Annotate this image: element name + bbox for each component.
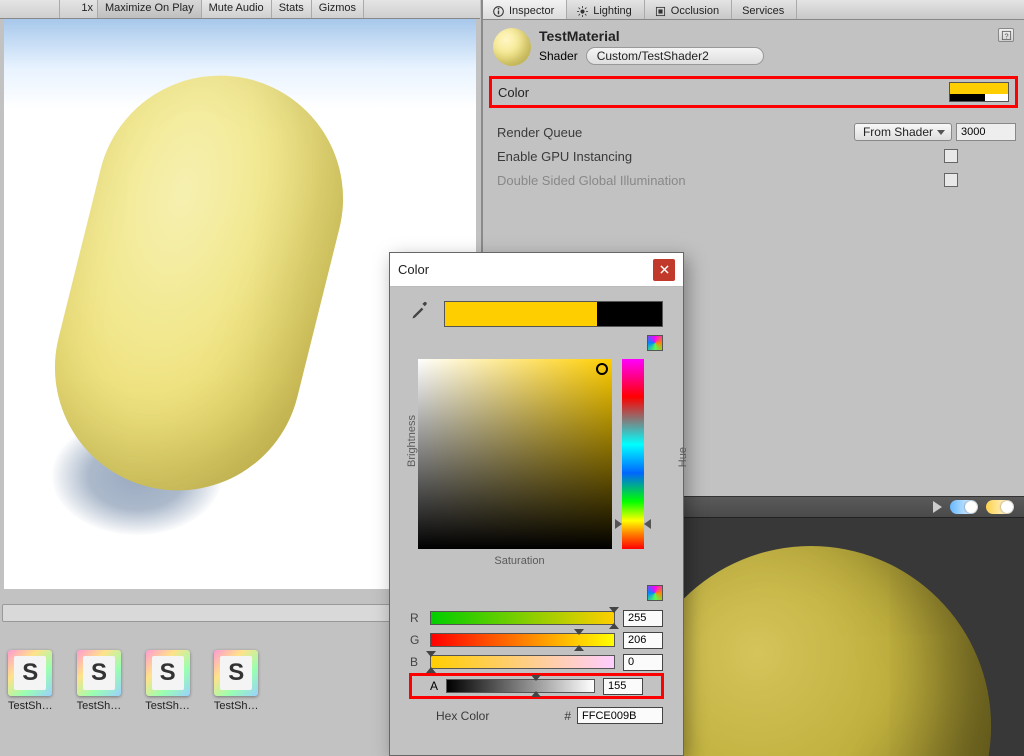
close-icon	[660, 265, 669, 274]
color-label: Color	[498, 85, 949, 100]
preview-toggle-1[interactable]	[950, 500, 978, 514]
zoom-label: 1x	[60, 0, 98, 18]
gpu-instancing-checkbox[interactable]	[944, 149, 958, 163]
saturation-brightness-field[interactable]	[418, 359, 612, 549]
material-header: TestMaterial Shader Custom/TestShader2 ?	[483, 20, 1024, 70]
b-input[interactable]	[623, 654, 663, 671]
file-label: TestSh…	[214, 700, 259, 712]
preset-icon[interactable]	[647, 335, 663, 351]
r-label: R	[410, 611, 422, 625]
horizontal-scrollbar[interactable]	[2, 604, 392, 622]
render-queue-dropdown[interactable]: From Shader	[854, 123, 952, 141]
toolbar-spacer	[0, 0, 60, 18]
occlusion-icon	[655, 6, 666, 17]
preview-sphere	[631, 546, 991, 756]
alpha-row-highlight: A	[409, 673, 664, 699]
sun-icon	[577, 6, 588, 17]
g-label: G	[410, 633, 422, 647]
inspector-tabs: Inspector Lighting Occlusion Services	[483, 0, 1024, 20]
shader-file-icon: S	[214, 650, 258, 696]
file-item[interactable]: S TestSh…	[8, 650, 53, 712]
shader-file-icon: S	[146, 650, 190, 696]
mute-audio-button[interactable]: Mute Audio	[202, 0, 272, 18]
file-label: TestSh…	[8, 700, 53, 712]
file-label: TestSh…	[145, 700, 190, 712]
hue-label: Hue	[677, 447, 689, 467]
double-sided-checkbox[interactable]	[944, 173, 958, 187]
tab-services[interactable]: Services	[732, 0, 797, 19]
tab-occlusion[interactable]: Occlusion	[645, 0, 732, 19]
a-input[interactable]	[603, 678, 643, 695]
g-input[interactable]	[623, 632, 663, 649]
preview-toggle-2[interactable]	[986, 500, 1014, 514]
project-files: S TestSh… S TestSh… S TestSh… S TestSh…	[8, 650, 259, 712]
b-label: B	[410, 655, 422, 669]
r-input[interactable]	[623, 610, 663, 627]
file-item[interactable]: S TestSh…	[214, 650, 259, 712]
tab-label: Lighting	[593, 5, 632, 17]
hex-label: Hex Color	[436, 709, 489, 723]
hex-input[interactable]	[577, 707, 663, 724]
material-preview-icon	[493, 28, 531, 66]
gizmos-button[interactable]: Gizmos	[312, 0, 364, 18]
hue-marker	[644, 519, 651, 529]
shader-dropdown[interactable]: Custom/TestShader2	[586, 47, 764, 65]
preset-icon[interactable]	[647, 585, 663, 601]
tab-inspector[interactable]: Inspector	[483, 0, 567, 19]
picker-title-bar[interactable]: Color	[390, 253, 683, 287]
tab-label: Occlusion	[671, 5, 719, 17]
sv-cursor	[596, 363, 608, 375]
brightness-label: Brightness	[406, 415, 418, 467]
svg-text:?: ?	[1004, 31, 1008, 40]
help-icon[interactable]: ?	[998, 28, 1014, 42]
shader-label: Shader	[539, 49, 578, 63]
color-property-row: Color	[489, 76, 1018, 108]
close-button[interactable]	[653, 259, 675, 281]
a-label: A	[430, 679, 438, 693]
info-icon	[493, 6, 504, 17]
material-properties: Render Queue From Shader Enable GPU Inst…	[483, 108, 1024, 192]
color-picker-window: Color Saturation R G B	[389, 252, 684, 756]
material-name: TestMaterial	[539, 28, 764, 44]
render-queue-label: Render Queue	[497, 125, 854, 140]
scene-toolbar: 1x Maximize On Play Mute Audio Stats Giz…	[0, 0, 480, 19]
eyedropper-icon[interactable]	[410, 301, 430, 321]
hash-symbol: #	[564, 709, 571, 723]
tab-label: Services	[742, 5, 784, 17]
double-sided-label: Double Sided Global Illumination	[497, 173, 944, 188]
file-item[interactable]: S TestSh…	[145, 650, 190, 712]
current-color-swatch[interactable]	[444, 301, 663, 327]
file-label: TestSh…	[77, 700, 122, 712]
picker-title: Color	[398, 262, 429, 277]
r-slider[interactable]	[430, 611, 615, 625]
maximize-on-play-button[interactable]: Maximize On Play	[98, 0, 202, 18]
saturation-label: Saturation	[390, 555, 649, 567]
rgba-sliders: R G B A	[390, 605, 683, 699]
play-icon[interactable]	[933, 501, 942, 513]
b-slider[interactable]	[430, 655, 615, 669]
tab-label: Inspector	[509, 5, 554, 17]
render-queue-input[interactable]	[956, 123, 1016, 141]
hue-slider[interactable]	[622, 359, 644, 549]
shader-file-icon: S	[77, 650, 121, 696]
tab-lighting[interactable]: Lighting	[567, 0, 645, 19]
g-slider[interactable]	[430, 633, 615, 647]
hue-marker	[615, 519, 622, 529]
file-item[interactable]: S TestSh…	[77, 650, 122, 712]
shader-file-icon: S	[8, 650, 52, 696]
gpu-instancing-label: Enable GPU Instancing	[497, 149, 944, 164]
color-swatch[interactable]	[949, 82, 1009, 102]
a-slider[interactable]	[446, 679, 595, 693]
stats-button[interactable]: Stats	[272, 0, 312, 18]
